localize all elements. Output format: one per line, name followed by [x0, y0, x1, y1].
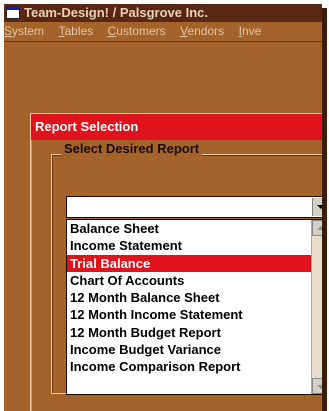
menu-customers-label: ustomers — [116, 24, 166, 38]
list-item-balance-sheet[interactable]: Balance Sheet — [67, 220, 311, 237]
menu-system[interactable]: System — [4, 22, 44, 41]
report-selection-window: Report Selection Select Desired Report B… — [30, 113, 322, 411]
menu-tables-label: ables — [64, 24, 94, 38]
list-item-12-month-balance-sheet[interactable]: 12 Month Balance Sheet — [67, 289, 311, 306]
menu-inventory[interactable]: Inve — [239, 22, 262, 41]
dropdown-arrow-icon — [317, 205, 322, 209]
list-item-12-month-budget-report[interactable]: 12 Month Budget Report — [67, 324, 311, 341]
scroll-up-icon — [317, 226, 322, 230]
menu-bar: System Tables Customers Vendors Inve — [4, 22, 322, 42]
menu-system-label: ystem — [12, 24, 45, 38]
scroll-down-button[interactable] — [312, 378, 322, 394]
report-selection-title[interactable]: Report Selection — [31, 114, 322, 140]
report-combobox[interactable] — [66, 196, 322, 218]
list-item-12-month-income-statement[interactable]: 12 Month Income Statement — [67, 306, 311, 323]
menu-vendors[interactable]: Vendors — [180, 22, 224, 41]
menu-customers[interactable]: Customers — [108, 22, 166, 41]
list-item-income-statement[interactable]: Income Statement — [67, 237, 311, 254]
window-shadow — [322, 8, 327, 411]
list-scrollbar[interactable] — [311, 220, 322, 394]
menu-vendors-label: endors — [187, 24, 225, 38]
menu-customers-mnemonic: C — [107, 24, 117, 38]
list-item-income-budget-variance[interactable]: Income Budget Variance — [67, 341, 311, 358]
list-item-income-comparison-report[interactable]: Income Comparison Report — [67, 358, 311, 375]
app-window: Team-Design! / Palsgrove Inc. System Tab… — [4, 4, 322, 411]
title-bar[interactable]: Team-Design! / Palsgrove Inc. — [4, 4, 322, 22]
list-item-trial-balance[interactable]: Trial Balance — [67, 254, 311, 272]
scroll-down-icon — [317, 385, 322, 389]
report-list[interactable]: Balance Sheet Income Statement Trial Bal… — [66, 219, 322, 395]
menu-system-mnemonic: S — [4, 24, 13, 38]
menu-tables[interactable]: Tables — [58, 22, 93, 41]
list-item-chart-of-accounts[interactable]: Chart Of Accounts — [67, 272, 311, 289]
menu-inventory-label: nve — [241, 24, 262, 38]
app-icon[interactable] — [6, 6, 20, 19]
report-list-items: Balance Sheet Income Statement Trial Bal… — [67, 220, 311, 376]
scroll-up-button[interactable] — [312, 220, 322, 236]
dropdown-button[interactable] — [312, 198, 322, 216]
app-title: Team-Design! / Palsgrove Inc. — [24, 5, 208, 20]
group-label: Select Desired Report — [61, 142, 203, 156]
